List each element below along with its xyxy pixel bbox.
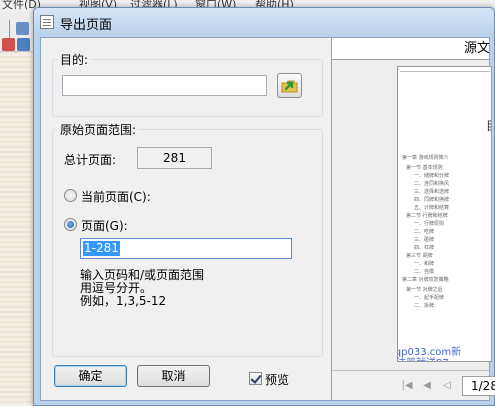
prev-step-icon[interactable]: ◁: [440, 379, 454, 393]
dialog-title-bar[interactable]: 导出页面: [34, 8, 494, 37]
browse-button[interactable]: [277, 73, 302, 98]
toc-entry: 第一节 基本规则: [406, 165, 443, 171]
toc-entry: 第三节 胡牌: [406, 253, 433, 259]
toc-entry: 四、杠牌: [414, 245, 435, 251]
pages-label[interactable]: 页面(G):: [81, 217, 128, 234]
preview-page-title: 目: [486, 117, 491, 134]
toc-entry: 二、连同和换风: [414, 181, 450, 187]
toc-entry: 三、选择和选牌: [414, 189, 450, 195]
total-pages-value: 281: [137, 147, 212, 169]
preview-checkbox[interactable]: [249, 372, 262, 385]
preview-page-thumbnail: 目 第一章 游戏规则简介第一节 基本规则一、储牌和分牌二、连同和换风三、选择和选…: [397, 66, 492, 362]
toc-entry: 一、行牌原则: [414, 221, 445, 227]
export-pages-dialog: 导出页面 目的: 原始页面范围: 总计页面: 281 当前页面(C): 页面(G…: [33, 7, 495, 406]
destination-label: 目的:: [58, 51, 91, 68]
document-icon: [40, 15, 54, 29]
toolbar-tool-icon[interactable]: [16, 22, 29, 35]
toolbar-image-icon[interactable]: [17, 38, 30, 51]
toc-entry: 第二节 行牌和结牌: [406, 213, 448, 219]
dialog-title: 导出页面: [60, 18, 113, 33]
help-line-3: 例如，1,3,5-12: [80, 294, 167, 308]
destination-path-input[interactable]: [62, 75, 267, 96]
total-pages-label: 总计页面:: [64, 153, 117, 167]
cancel-button[interactable]: 取消: [137, 365, 210, 387]
folder-up-arrow-icon: [281, 80, 298, 93]
ok-button[interactable]: 确定: [54, 365, 127, 387]
export-options-panel: 目的: 原始页面范围: 总计页面: 281 当前页面(C): 页面(G): 1-…: [41, 38, 331, 400]
toc-entry: 四、同牌和换牌: [414, 197, 450, 203]
toc-entry: 五、计牌和结算: [414, 205, 450, 211]
toc-entry: 第一节 对牌之后: [406, 287, 443, 293]
preview-header: 源文: [332, 38, 489, 60]
page-border-line: [400, 71, 490, 72]
preview-pane: 源文 目 第一章 游戏规则简介第一节 基本规则一、储牌和分牌二、连同和换风三、选…: [331, 38, 495, 400]
current-page-label[interactable]: 当前页面(C):: [81, 188, 151, 205]
page-range-label: 原始页面范围:: [58, 121, 139, 138]
preview-label[interactable]: 预览: [265, 371, 289, 388]
current-page-radio[interactable]: [64, 189, 77, 202]
dialog-client-area: 目的: 原始页面范围: 总计页面: 281 当前页面(C): 页面(G): 1-…: [40, 37, 495, 401]
toc-entry: 二、自摸: [414, 269, 435, 275]
page-range-value: 1-281: [83, 241, 120, 256]
toc-entry: 二、拆牌: [414, 303, 435, 309]
toc-entry: 三、碰牌: [414, 237, 435, 243]
page-range-help: 输入页码和/或页面范围 用逗号分开。 例如，1,3,5-12: [80, 269, 204, 308]
preview-nav-bar: |◀ ◀ ◁ 1/28: [332, 370, 495, 400]
toc-entry: 一、起手配牌: [414, 295, 445, 301]
toc-entry: 二、吃牌: [414, 229, 435, 235]
page-range-input[interactable]: 1-281: [80, 238, 292, 259]
toc-entry: 一、储牌和分牌: [414, 173, 450, 179]
first-page-icon[interactable]: |◀: [400, 379, 414, 393]
toc-entry: 一、和牌: [414, 261, 435, 267]
pages-radio[interactable]: [64, 218, 77, 231]
toolbar-separator: [9, 20, 10, 38]
prev-page-icon[interactable]: ◀: [420, 379, 434, 393]
toolbar-pen-icon[interactable]: [2, 38, 15, 51]
preview-watermark-line2: 地上线注册就送87: [398, 354, 449, 361]
toc-entry: 第一章 游戏规则简介: [402, 155, 449, 161]
preview-area: 目 第一章 游戏规则简介第一节 基本规则一、储牌和分牌二、连同和换风三、选择和选…: [332, 60, 492, 370]
page-indicator[interactable]: 1/28: [462, 376, 495, 396]
toc-entry: 第二章 对牌攻防策略: [402, 277, 449, 283]
